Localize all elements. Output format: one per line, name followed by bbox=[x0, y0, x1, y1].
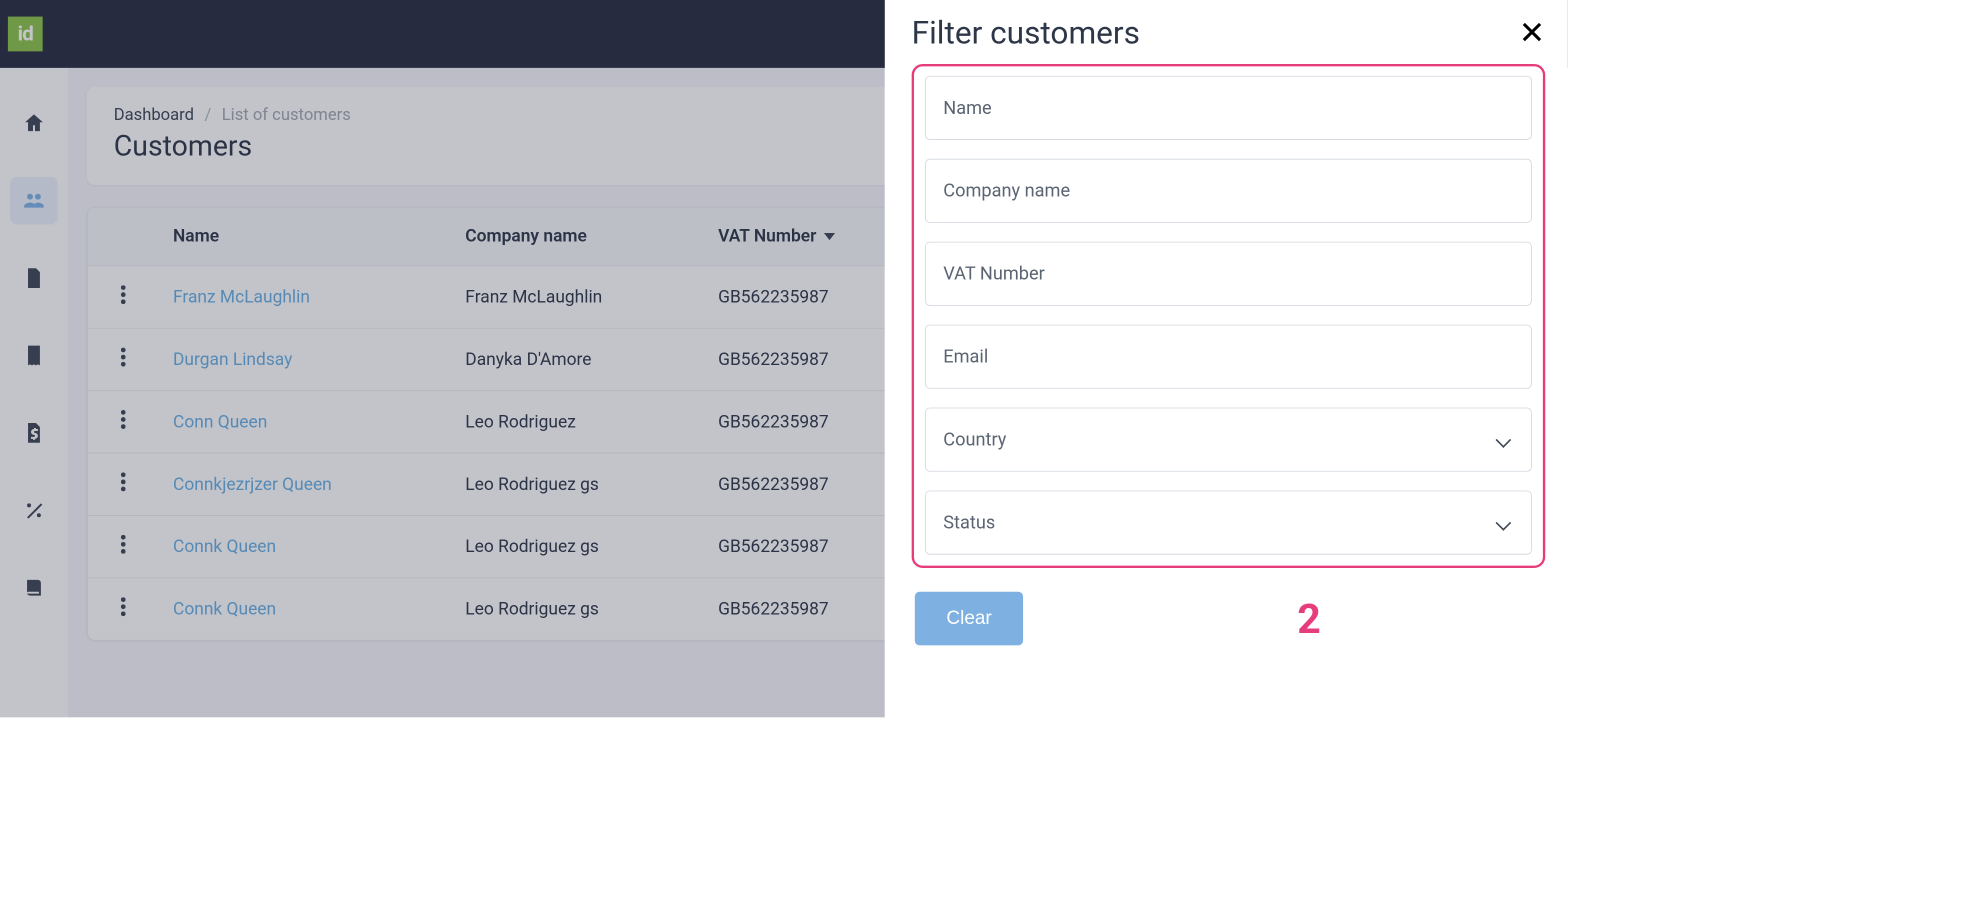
filter-company-label: Company name bbox=[943, 180, 1070, 201]
chevron-down-icon bbox=[1496, 515, 1512, 531]
filter-fields-highlight: Name Company name VAT Number Email Count… bbox=[912, 64, 1546, 568]
annotation-number: 2 bbox=[1297, 594, 1321, 642]
filter-panel: Filter customers ✕ Name Company name VAT… bbox=[885, 0, 1568, 717]
filter-status-label: Status bbox=[943, 512, 995, 533]
filter-name-input[interactable]: Name bbox=[925, 76, 1532, 140]
close-icon[interactable]: ✕ bbox=[1519, 17, 1545, 49]
filter-panel-title: Filter customers bbox=[912, 14, 1140, 51]
filter-country-label: Country bbox=[943, 429, 1006, 450]
filter-name-label: Name bbox=[943, 97, 991, 118]
clear-button[interactable]: Clear bbox=[915, 592, 1024, 646]
filter-status-select[interactable]: Status bbox=[925, 491, 1532, 555]
filter-email-input[interactable]: Email bbox=[925, 325, 1532, 389]
filter-country-select[interactable]: Country bbox=[925, 408, 1532, 472]
filter-vat-input[interactable]: VAT Number bbox=[925, 242, 1532, 306]
modal-scrim[interactable] bbox=[0, 0, 885, 717]
filter-vat-label: VAT Number bbox=[943, 263, 1045, 284]
filter-company-input[interactable]: Company name bbox=[925, 159, 1532, 223]
filter-email-label: Email bbox=[943, 346, 988, 367]
chevron-down-icon bbox=[1496, 432, 1512, 448]
